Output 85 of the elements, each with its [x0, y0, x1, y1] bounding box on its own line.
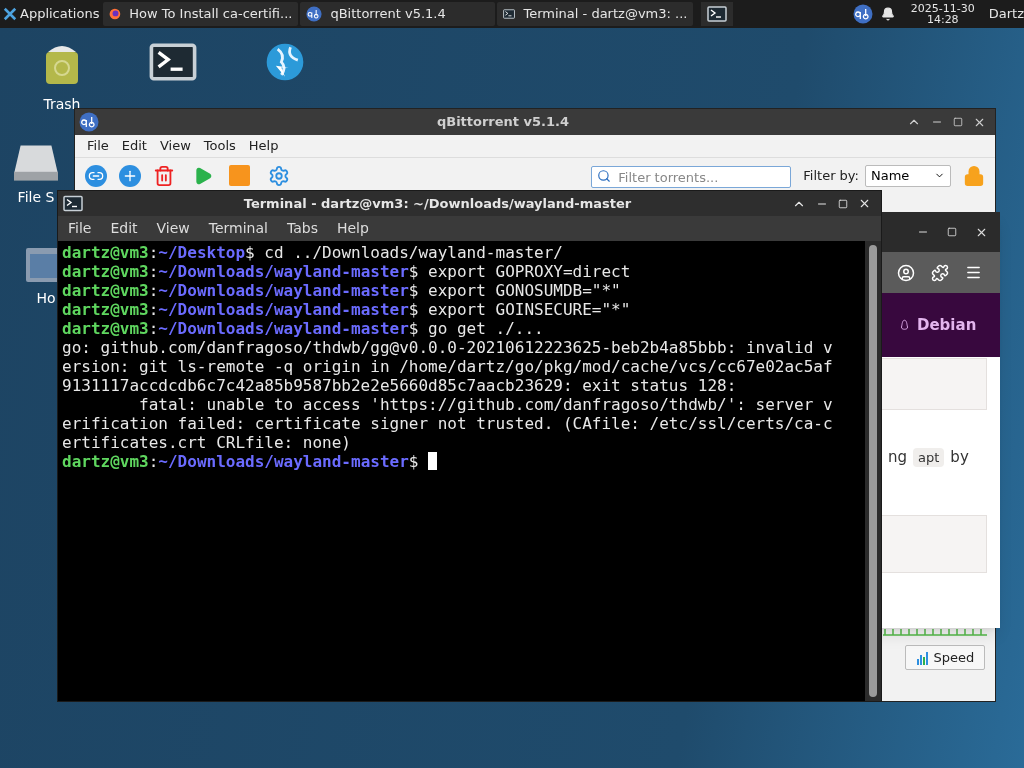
extensions-icon[interactable]	[931, 263, 949, 282]
qbittorrent-logo-icon	[852, 4, 873, 24]
filter-field[interactable]: Filter torrents...	[591, 166, 792, 188]
command-text: $ export GOPROXY=direct	[408, 262, 631, 281]
menu-item[interactable]: Help	[336, 218, 369, 239]
notification-icon[interactable]	[880, 7, 895, 21]
prompt-path: ~/Downloads/wayland-master	[158, 262, 409, 281]
task-button[interactable]: Terminal - dartz@vm3: ...	[497, 2, 694, 26]
desktop-icon-label[interactable]: Trash	[43, 94, 81, 115]
search-icon	[597, 168, 612, 183]
maximize-icon[interactable]	[838, 198, 848, 209]
output-line: go: github.com/danfragoso/thdwb/gg@v0.0.0-20210612223625-beb2b4a85bbb: invalid v	[62, 338, 834, 357]
settings-icon[interactable]	[268, 164, 290, 187]
prompt-user: dartz@vm3	[62, 319, 149, 338]
terminal-icon	[706, 6, 729, 22]
prompt-separator: :	[148, 262, 159, 281]
output-line: 9131117accdcdb6c7c42a85b9587bb2e2e5660d85c7aacb23629: exit status 128:	[62, 376, 738, 395]
prompt-path: ~/Downloads/wayland-master	[158, 281, 409, 300]
speed-button[interactable]: Speed	[905, 645, 985, 670]
menu-item[interactable]: Edit	[121, 136, 147, 156]
prompt-path: ~/Downloads/wayland-master	[158, 452, 409, 471]
desktop-icon-label[interactable]: Ho	[36, 288, 56, 309]
close-icon[interactable]	[858, 197, 871, 210]
prompt-path: ~/Downloads/wayland-master	[158, 319, 409, 338]
user-name[interactable]: Dartz	[988, 4, 1024, 24]
bar-chart-icon	[915, 650, 930, 665]
menu-item[interactable]: Tabs	[286, 218, 318, 239]
output-line: erification failed: certificate signer not trusted. (CAfile: /etc/ssl/certs/ca-c	[62, 414, 834, 433]
prompt-separator: :	[148, 281, 159, 300]
task-button[interactable]: qBittorrent v5.1.4	[300, 2, 496, 26]
browser-icon	[109, 6, 122, 22]
command-text: $ export GOINSECURE="*"	[408, 300, 631, 319]
command-text: $	[408, 452, 420, 471]
terminal-icon	[63, 195, 83, 212]
prompt-user: dartz@vm3	[62, 243, 149, 262]
menu-item[interactable]: View	[159, 136, 191, 156]
prompt-separator: :	[148, 319, 159, 338]
article-text: ng	[888, 447, 908, 468]
command-text: $ export GONOSUMDB="*"	[408, 281, 621, 300]
applications-menu[interactable]: Applications	[0, 0, 104, 28]
output-line: ersion: git ls-remote -q origin in /home/dartz/go/pkg/mod/cache/vcs/cc67e02ac5af	[62, 357, 834, 376]
link-icon[interactable]	[85, 164, 107, 187]
menu-item[interactable]: Edit	[110, 218, 138, 239]
filter-by-label: Filter by:	[803, 166, 859, 185]
terminal-icon	[149, 40, 197, 84]
menu-item[interactable]: Tools	[203, 136, 236, 156]
prompt-user: dartz@vm3	[62, 300, 149, 319]
terminal-icon	[503, 7, 516, 21]
menu-item[interactable]: File	[87, 136, 109, 156]
maximize-icon[interactable]	[947, 227, 957, 237]
xfce-logo-icon	[3, 7, 17, 21]
prompt-separator: :	[148, 300, 159, 319]
clock[interactable]: 2025-11-30 14:28	[910, 3, 975, 25]
command-text: $ go get ./...	[408, 319, 544, 338]
menu-item[interactable]: Help	[248, 136, 279, 156]
menu-icon[interactable]	[965, 264, 982, 281]
prompt-separator: :	[148, 243, 159, 262]
qbittorrent-logo-icon	[79, 112, 99, 132]
add-icon[interactable]	[119, 164, 141, 187]
window-title: qBittorrent v5.1.4	[435, 113, 571, 132]
menu-item[interactable]: View	[156, 218, 190, 239]
task-button[interactable]: How To Install ca-certifi...	[103, 2, 299, 26]
delete-icon[interactable]	[153, 164, 175, 187]
prompt-user: dartz@vm3	[62, 281, 149, 300]
prompt-path: ~/Desktop	[158, 243, 246, 262]
filter-by-select[interactable]: Name	[865, 164, 951, 187]
drive-icon	[14, 145, 58, 181]
qbittorrent-logo-icon	[306, 6, 323, 22]
inline-code: apt	[913, 447, 945, 467]
site-name[interactable]: Debian	[917, 313, 977, 337]
prompt-user: dartz@vm3	[62, 452, 149, 471]
output-line: fatal: unable to access 'https://github.com/danfragoso/thdwb/': server v	[138, 395, 834, 414]
window-title: Terminal - dartz@vm3: ~/Downloads/wayland-master	[242, 194, 633, 213]
prompt-path: ~/Downloads/wayland-master	[158, 300, 409, 319]
desktop-icon-label[interactable]: File S	[17, 187, 55, 208]
show-desktop-button[interactable]	[701, 2, 734, 26]
command-text: $ cd ../Downloads/wayland-master/	[245, 243, 563, 262]
menu-item[interactable]: Terminal	[208, 218, 268, 239]
article-text: by	[950, 447, 969, 468]
menu-item[interactable]: File	[68, 218, 92, 239]
prompt-user: dartz@vm3	[62, 262, 149, 281]
output-line: ertificates.crt CRLfile: none)	[62, 433, 352, 452]
account-icon[interactable]	[897, 263, 915, 282]
maximize-icon[interactable]	[953, 117, 963, 127]
prompt-separator: :	[148, 452, 159, 471]
